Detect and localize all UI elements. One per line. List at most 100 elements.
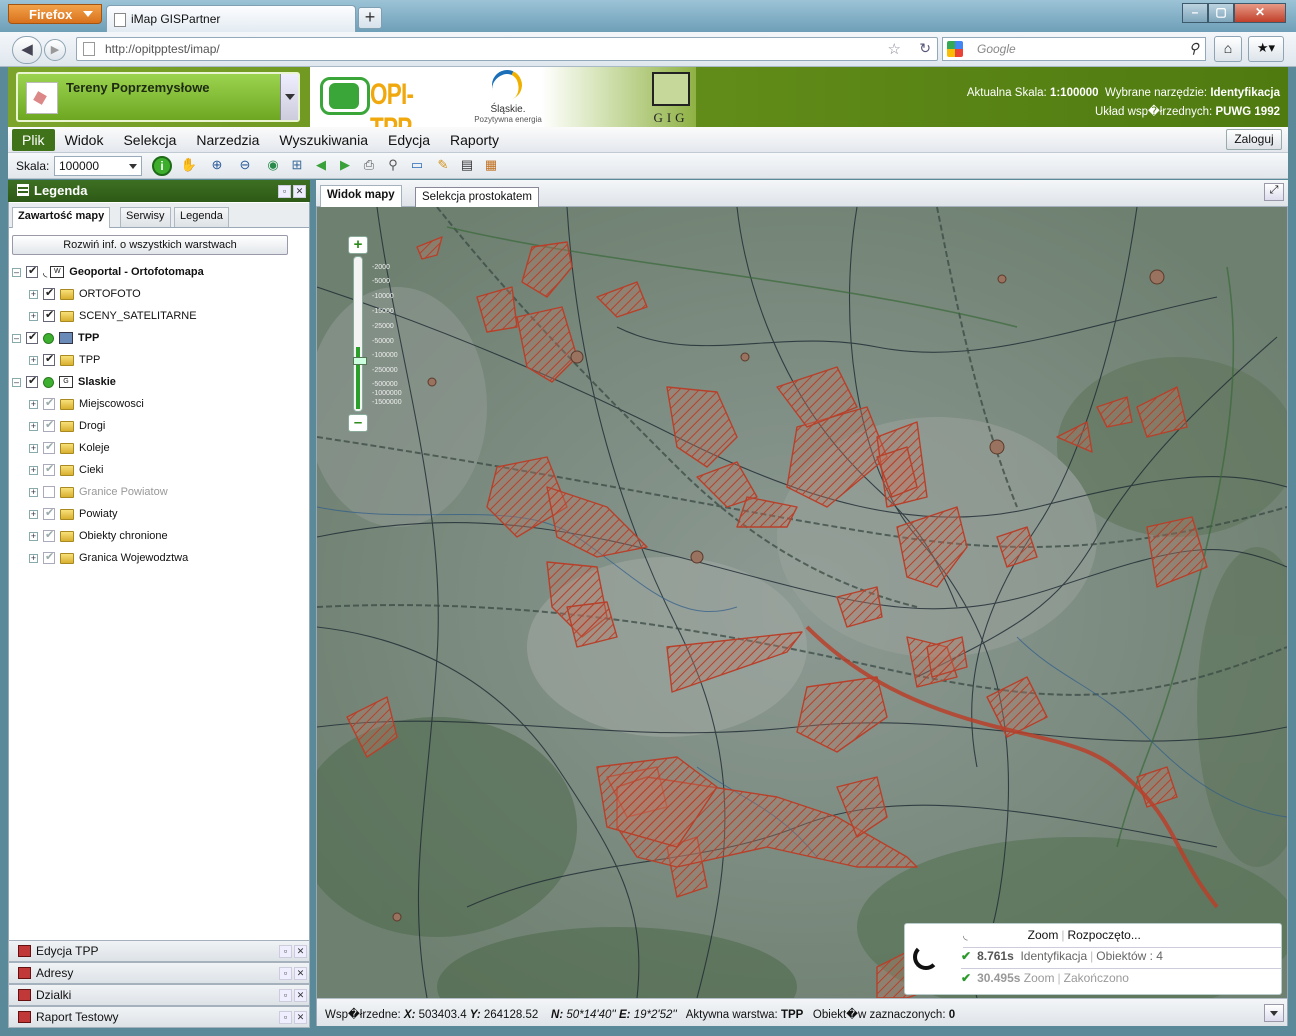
expand-icon[interactable]: + xyxy=(29,443,38,453)
zoom-minus-icon[interactable]: – xyxy=(348,414,368,432)
layer-item[interactable]: + Drogi xyxy=(29,416,319,436)
pan-hand-icon[interactable]: ✋ xyxy=(180,156,198,174)
collapse-icon[interactable]: – xyxy=(12,377,21,387)
globe-icon[interactable]: ◉ xyxy=(264,156,282,174)
restore-icon[interactable]: ▫ xyxy=(279,989,292,1002)
zoom-handle[interactable] xyxy=(353,357,367,365)
menu-raporty[interactable]: Raporty xyxy=(440,129,509,151)
layer-checkbox[interactable] xyxy=(43,396,55,410)
close-icon[interactable]: ✕ xyxy=(293,185,306,198)
close-icon[interactable]: ✕ xyxy=(294,945,307,958)
menu-selekcja[interactable]: Selekcja xyxy=(113,129,186,151)
table-icon[interactable]: ▦ xyxy=(482,156,500,174)
tab-zawartosc-mapy[interactable]: Zawartość mapy xyxy=(12,207,111,228)
layer-selector[interactable]: Tereny Poprzemysłowe xyxy=(16,72,300,122)
layer-checkbox[interactable] xyxy=(43,550,55,564)
tab-selekcja-prostokatem[interactable]: Selekcja prostokatem xyxy=(415,187,539,209)
layer-checkbox[interactable] xyxy=(43,462,55,476)
layer-group-geoportal[interactable]: – ◟W Geoportal - Ortofotomapa xyxy=(12,262,302,282)
layer-item[interactable]: + Granica Wojewodztwa xyxy=(29,548,319,568)
expand-icon[interactable]: + xyxy=(29,509,38,519)
layer-item[interactable]: + Granice Powiatow xyxy=(29,482,319,502)
panel-adresy[interactable]: Adresy ▫ ✕ xyxy=(8,962,310,984)
layer-checkbox[interactable] xyxy=(43,308,55,322)
layer-item[interactable]: + Obiekty chronione xyxy=(29,526,319,546)
expand-icon[interactable]: + xyxy=(29,355,38,365)
reload-icon[interactable]: ↻ xyxy=(919,40,931,57)
restore-icon[interactable]: ▫ xyxy=(279,945,292,958)
firefox-menu-button[interactable]: Firefox xyxy=(8,4,102,24)
expand-icon[interactable]: + xyxy=(29,289,38,299)
bookmark-star-icon[interactable]: ☆ xyxy=(888,40,901,58)
layer-group-tpp[interactable]: – TPP xyxy=(12,328,302,348)
layer-checkbox[interactable] xyxy=(43,286,55,300)
search-icon[interactable]: ⚲ xyxy=(1189,40,1199,57)
restore-icon[interactable]: ▫ xyxy=(279,967,292,980)
layer-checkbox[interactable] xyxy=(43,528,55,542)
collapse-icon[interactable]: – xyxy=(12,333,21,343)
minimize-icon[interactable]: – xyxy=(1182,3,1208,23)
next-view-icon[interactable]: ▶ xyxy=(336,156,354,174)
collapse-icon[interactable]: – xyxy=(12,267,21,277)
expand-icon[interactable]: + xyxy=(29,531,38,541)
panel-dzialki[interactable]: Dzialki ▫ ✕ xyxy=(8,984,310,1006)
tab-widok-mapy[interactable]: Widok mapy xyxy=(320,185,402,207)
zoom-extent-icon[interactable]: ⊞ xyxy=(288,156,306,174)
expand-icon[interactable]: + xyxy=(29,421,38,431)
map-canvas[interactable] xyxy=(317,207,1287,998)
bookmarks-icon[interactable]: ★▾ xyxy=(1248,36,1284,62)
expand-icon[interactable]: + xyxy=(29,399,38,409)
panel-edycja-tpp[interactable]: Edycja TPP ▫ ✕ xyxy=(8,940,310,962)
chevron-down-icon[interactable] xyxy=(1264,1004,1284,1022)
scale-select[interactable]: 100000 xyxy=(54,156,142,176)
zoom-out-icon[interactable]: ⊖ xyxy=(236,156,254,174)
layer-checkbox[interactable] xyxy=(26,330,38,344)
identify-icon[interactable]: i xyxy=(152,156,172,176)
restore-icon[interactable]: ▫ xyxy=(278,185,291,198)
back-arrow-icon[interactable]: ◀ xyxy=(12,36,42,64)
chevron-down-icon[interactable] xyxy=(280,74,298,120)
layer-item[interactable]: + Cieki xyxy=(29,460,319,480)
layer-checkbox[interactable] xyxy=(43,506,55,520)
layer-item[interactable]: + Miejscowosci xyxy=(29,394,319,414)
layer-item[interactable]: + TPP xyxy=(29,350,319,370)
layer-checkbox[interactable] xyxy=(43,440,55,454)
panel-raport-testowy[interactable]: Raport Testowy ▫ ✕ xyxy=(8,1006,310,1028)
search-input[interactable]: Google ⚲ xyxy=(942,37,1206,61)
pencil-icon[interactable]: ✎ xyxy=(434,156,452,174)
url-bar[interactable]: http://opitpptest/imap/☆ ↻ xyxy=(76,37,938,61)
menu-widok[interactable]: Widok xyxy=(55,129,114,151)
tab-serwisy[interactable]: Serwisy xyxy=(120,207,171,227)
previous-view-icon[interactable]: ◀ xyxy=(312,156,330,174)
layer-checkbox[interactable] xyxy=(43,486,55,498)
expand-icon[interactable]: + xyxy=(29,311,38,321)
tab-legenda[interactable]: Legenda xyxy=(174,207,229,227)
maximize-icon[interactable]: ⤢ xyxy=(1264,183,1284,201)
close-icon[interactable]: ✕ xyxy=(1234,3,1286,23)
layer-item[interactable]: + ORTOFOTO xyxy=(29,284,319,304)
search-icon[interactable]: ⚲ xyxy=(384,156,402,174)
zoom-track[interactable] xyxy=(353,256,367,412)
layer-checkbox[interactable] xyxy=(26,264,38,278)
menu-plik[interactable]: Plik xyxy=(12,128,55,151)
close-icon[interactable]: ✕ xyxy=(294,989,307,1002)
maximize-icon[interactable]: ▢ xyxy=(1208,3,1234,23)
layer-checkbox[interactable] xyxy=(26,374,38,388)
layer-group-slaskie[interactable]: – G Slaskie xyxy=(12,372,302,392)
print-icon[interactable]: ⎙ xyxy=(360,156,378,174)
layer-item[interactable]: + Powiaty xyxy=(29,504,319,524)
home-icon[interactable]: ⌂ xyxy=(1214,36,1242,62)
login-button[interactable]: Zaloguj xyxy=(1226,129,1282,150)
forward-arrow-icon[interactable]: ▶ xyxy=(44,39,66,61)
zoom-slider[interactable]: + – xyxy=(348,236,368,434)
restore-icon[interactable]: ▫ xyxy=(279,1011,292,1024)
expand-icon[interactable]: + xyxy=(29,553,38,563)
layer-item[interactable]: + SCENY_SATELITARNE xyxy=(29,306,319,326)
select-rectangle-icon[interactable]: ▭ xyxy=(408,156,426,174)
wms-icon[interactable]: ▤ xyxy=(458,156,476,174)
expand-icon[interactable]: + xyxy=(29,487,38,497)
layer-item[interactable]: + Koleje xyxy=(29,438,319,458)
zoom-in-icon[interactable]: ⊕ xyxy=(208,156,226,174)
menu-wyszukiwania[interactable]: Wyszukiwania xyxy=(269,129,378,151)
menu-edycja[interactable]: Edycja xyxy=(378,129,440,151)
